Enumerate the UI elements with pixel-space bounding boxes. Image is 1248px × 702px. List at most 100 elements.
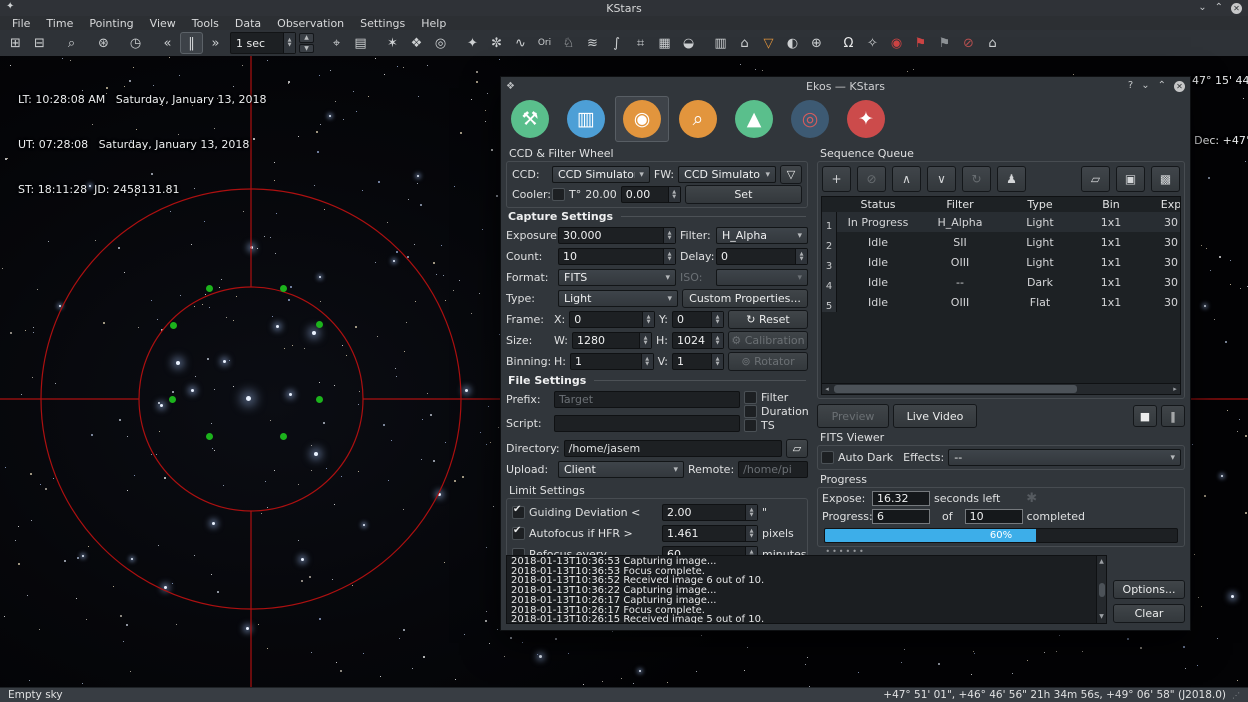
stop-capture-button[interactable]: ■	[1133, 405, 1157, 427]
column-header-bin[interactable]: Bin	[1079, 198, 1143, 211]
queue-row-4[interactable]: 4Idle--Dark1x130	[822, 272, 1180, 292]
effects-select[interactable]: --	[948, 449, 1181, 466]
observation-planner-icon[interactable]: ⌂	[733, 32, 756, 54]
pause-capture-button[interactable]: ‖	[1161, 405, 1185, 427]
menu-tools[interactable]: Tools	[184, 16, 227, 30]
window-titlebar[interactable]: ✦ KStars ⌄⌃✕	[0, 0, 1248, 16]
scroll-left-arrow[interactable]: ◂	[822, 384, 832, 394]
menu-settings[interactable]: Settings	[352, 16, 413, 30]
save-queue-button[interactable]: ▣	[1116, 166, 1145, 192]
show-comets-icon[interactable]: ✼	[485, 32, 508, 54]
constellation-art-icon[interactable]: ♘	[557, 32, 580, 54]
time-step-arrows[interactable]	[283, 33, 295, 53]
tab-capture[interactable]: ◉	[615, 96, 669, 142]
close-icon[interactable]: ✕	[1174, 81, 1185, 92]
telescope-crosshair-icon[interactable]: ⊕	[805, 32, 828, 54]
minimize-icon[interactable]: ⌄	[1141, 81, 1149, 91]
opaque-ground-icon[interactable]: ◒	[677, 32, 700, 54]
sky-object-marker[interactable]	[206, 433, 213, 440]
log-view[interactable]: 2018-01-13T10:36:53 Capturing image...20…	[506, 555, 1107, 624]
sky-object-marker[interactable]	[316, 396, 323, 403]
filter-select[interactable]: H_Alpha	[716, 227, 808, 244]
help-icon[interactable]: ?	[1128, 81, 1133, 91]
reset-frame-button[interactable]: ↻ Reset	[728, 310, 808, 329]
tab-setup[interactable]: ⚒	[503, 96, 557, 142]
column-header-status[interactable]: Status	[837, 198, 919, 211]
temperature-spinbox[interactable]: 0.00	[621, 186, 681, 203]
move-job-down-button[interactable]: ∨	[927, 166, 956, 192]
maximize-icon[interactable]: ⌃	[1215, 3, 1223, 13]
ts-checkbox[interactable]	[744, 419, 757, 432]
menu-help[interactable]: Help	[413, 16, 454, 30]
limit-checkbox-1[interactable]	[512, 527, 525, 540]
find-object-icon[interactable]: ⌕	[60, 32, 83, 54]
ekos-titlebar[interactable]: ❖ Ekos — KStars ?⌄⌃✕	[501, 77, 1190, 95]
live-video-button[interactable]: Live Video	[893, 404, 977, 428]
auto-dark-checkbox[interactable]	[821, 451, 834, 464]
scroll-right-arrow[interactable]: ▸	[1170, 384, 1180, 394]
time-pause-icon[interactable]: ‖	[180, 32, 203, 54]
maximize-icon[interactable]: ⌃	[1158, 81, 1166, 91]
simulation-icon[interactable]: ◉	[885, 32, 908, 54]
tab-mount[interactable]: ▲	[727, 96, 781, 142]
show-planets-icon[interactable]: ◎	[429, 32, 452, 54]
sky-object-marker[interactable]	[280, 285, 287, 292]
count-spinbox[interactable]: 10	[558, 248, 676, 265]
column-header-type[interactable]: Type	[1001, 198, 1079, 211]
menu-pointing[interactable]: Pointing	[81, 16, 141, 30]
queue-row-2[interactable]: 2IdleSIILight1x130	[822, 232, 1180, 252]
column-header-filter[interactable]: Filter	[919, 198, 1001, 211]
constellation-names-icon[interactable]: Ori	[533, 32, 556, 54]
lock-position-icon[interactable]: Ω	[837, 32, 860, 54]
sky-object-marker[interactable]	[280, 433, 287, 440]
moon-phase-icon[interactable]: ◐	[781, 32, 804, 54]
tab-align[interactable]: ✦	[839, 96, 893, 142]
tab-focus[interactable]: ⌕	[671, 96, 725, 142]
set-location-icon[interactable]: ⊛	[92, 32, 115, 54]
flags-icon[interactable]: ⚑	[933, 32, 956, 54]
splitter-handle[interactable]: ••••••	[504, 547, 1187, 555]
views-gallery-icon[interactable]: ▤	[349, 32, 372, 54]
menu-data[interactable]: Data	[227, 16, 269, 30]
size-w-spinbox[interactable]: 1280	[572, 332, 652, 349]
observatory-icon[interactable]: ⌂	[981, 32, 1004, 54]
time-step-updown[interactable]: ▲▼	[299, 33, 314, 53]
clear-log-button[interactable]: Clear	[1113, 604, 1185, 623]
menu-observation[interactable]: Observation	[269, 16, 352, 30]
add-job-button[interactable]: +	[822, 166, 851, 192]
menu-view[interactable]: View	[142, 16, 184, 30]
constellation-lines-icon[interactable]: ∿	[509, 32, 532, 54]
options-button[interactable]: Options...	[1113, 580, 1185, 599]
sequence-queue-table[interactable]: StatusFilterTypeBinExp 1In ProgressH_Alp…	[821, 196, 1181, 395]
filter-checkbox[interactable]	[744, 391, 757, 404]
log-scrollbar[interactable]: ▲▼	[1096, 556, 1106, 623]
step-up-arrow[interactable]: ▲	[299, 33, 314, 43]
show-supernovae-icon[interactable]: ✦	[461, 32, 484, 54]
minimize-icon[interactable]: ⌄	[1198, 3, 1206, 13]
column-header-exp[interactable]: Exp	[1143, 198, 1181, 211]
constellation-boundaries-icon[interactable]: ≋	[581, 32, 604, 54]
directory-input[interactable]: /home/jasem	[564, 440, 782, 457]
horizontal-grid-icon[interactable]: ▦	[653, 32, 676, 54]
tab-guide[interactable]: ◎	[783, 96, 837, 142]
queue-row-1[interactable]: 1In ProgressH_AlphaLight1x130	[822, 212, 1180, 232]
filter-manager-button[interactable]: ▽	[780, 165, 802, 184]
step-down-arrow[interactable]: ▼	[299, 44, 314, 54]
tab-scheduler[interactable]: ▥	[559, 96, 613, 142]
cooler-checkbox[interactable]	[552, 188, 565, 201]
equatorial-grid-icon[interactable]: ⌗	[629, 32, 652, 54]
exposure-spinbox[interactable]: 30.000	[558, 227, 676, 244]
delay-spinbox[interactable]: 0	[716, 248, 808, 265]
menu-time[interactable]: Time	[38, 16, 81, 30]
prefix-input[interactable]: Target	[554, 391, 740, 408]
queue-row-5[interactable]: 5IdleOIIIFlat1x130	[822, 292, 1180, 312]
sky-object-marker[interactable]	[169, 396, 176, 403]
add-flag-icon[interactable]: ⚑	[909, 32, 932, 54]
limit-value-spinbox-0[interactable]: 2.00	[662, 504, 758, 521]
edit-job-button[interactable]: ♟	[997, 166, 1026, 192]
show-stars-icon[interactable]: ✶	[381, 32, 404, 54]
duration-checkbox[interactable]	[744, 405, 757, 418]
time-step-back-icon[interactable]: «	[156, 32, 179, 54]
resize-grip[interactable]: ⋰	[1232, 691, 1240, 700]
set-time-icon[interactable]: ◷	[124, 32, 147, 54]
